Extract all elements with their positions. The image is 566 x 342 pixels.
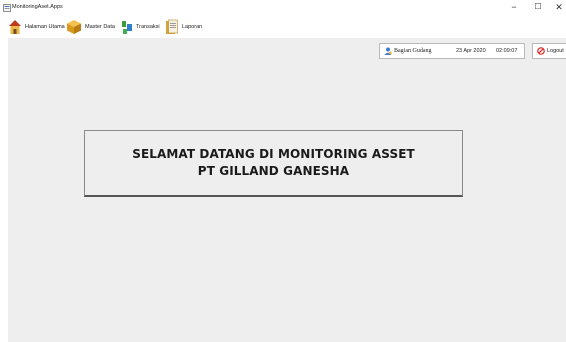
house-icon [9,20,21,34]
menu-label: Halaman Utama [25,24,65,30]
menu-label: Transaksi [136,24,160,30]
transaction-icon [122,21,132,34]
minimize-button[interactable]: − [509,2,519,12]
no-entry-icon [537,47,545,55]
box-icon [67,20,81,34]
welcome-panel: SELAMAT DATANG DI MONITORING ASSET PT GI… [84,130,463,197]
welcome-title: SELAMAT DATANG DI MONITORING ASSET [132,147,415,161]
menu-transaksi[interactable]: Transaksi [121,19,160,35]
app-icon [3,4,11,12]
logout-label: Logout [547,48,564,54]
maximize-button[interactable]: ☐ [533,2,543,11]
logout-button[interactable]: Logout [532,43,566,59]
current-time: 02:09:07 [496,48,518,54]
user-role: Bagian Gudang [394,48,432,54]
current-date: 23 Apr 2020 [456,48,486,54]
user-icon [384,47,392,55]
company-name: PT GILLAND GANESHA [197,164,350,178]
status-panel: Bagian Gudang 23 Apr 2020 02:09:07 [379,43,525,59]
close-button[interactable]: ✕ [554,2,564,13]
menu-laporan[interactable]: Laporan [165,19,202,35]
title-bar: MonitoringAset.Apps − ☐ ✕ [0,0,566,16]
menu-label: Laporan [182,24,203,30]
menu-bar: Halaman Utama Master Data Transaksi Lapo… [0,16,566,36]
report-icon [166,19,178,34]
window-title: MonitoringAset.Apps [12,4,63,10]
menu-halaman-utama[interactable]: Halaman Utama [8,19,65,35]
menu-master-data[interactable]: Master Data [66,19,115,35]
menu-label: Master Data [85,24,115,30]
